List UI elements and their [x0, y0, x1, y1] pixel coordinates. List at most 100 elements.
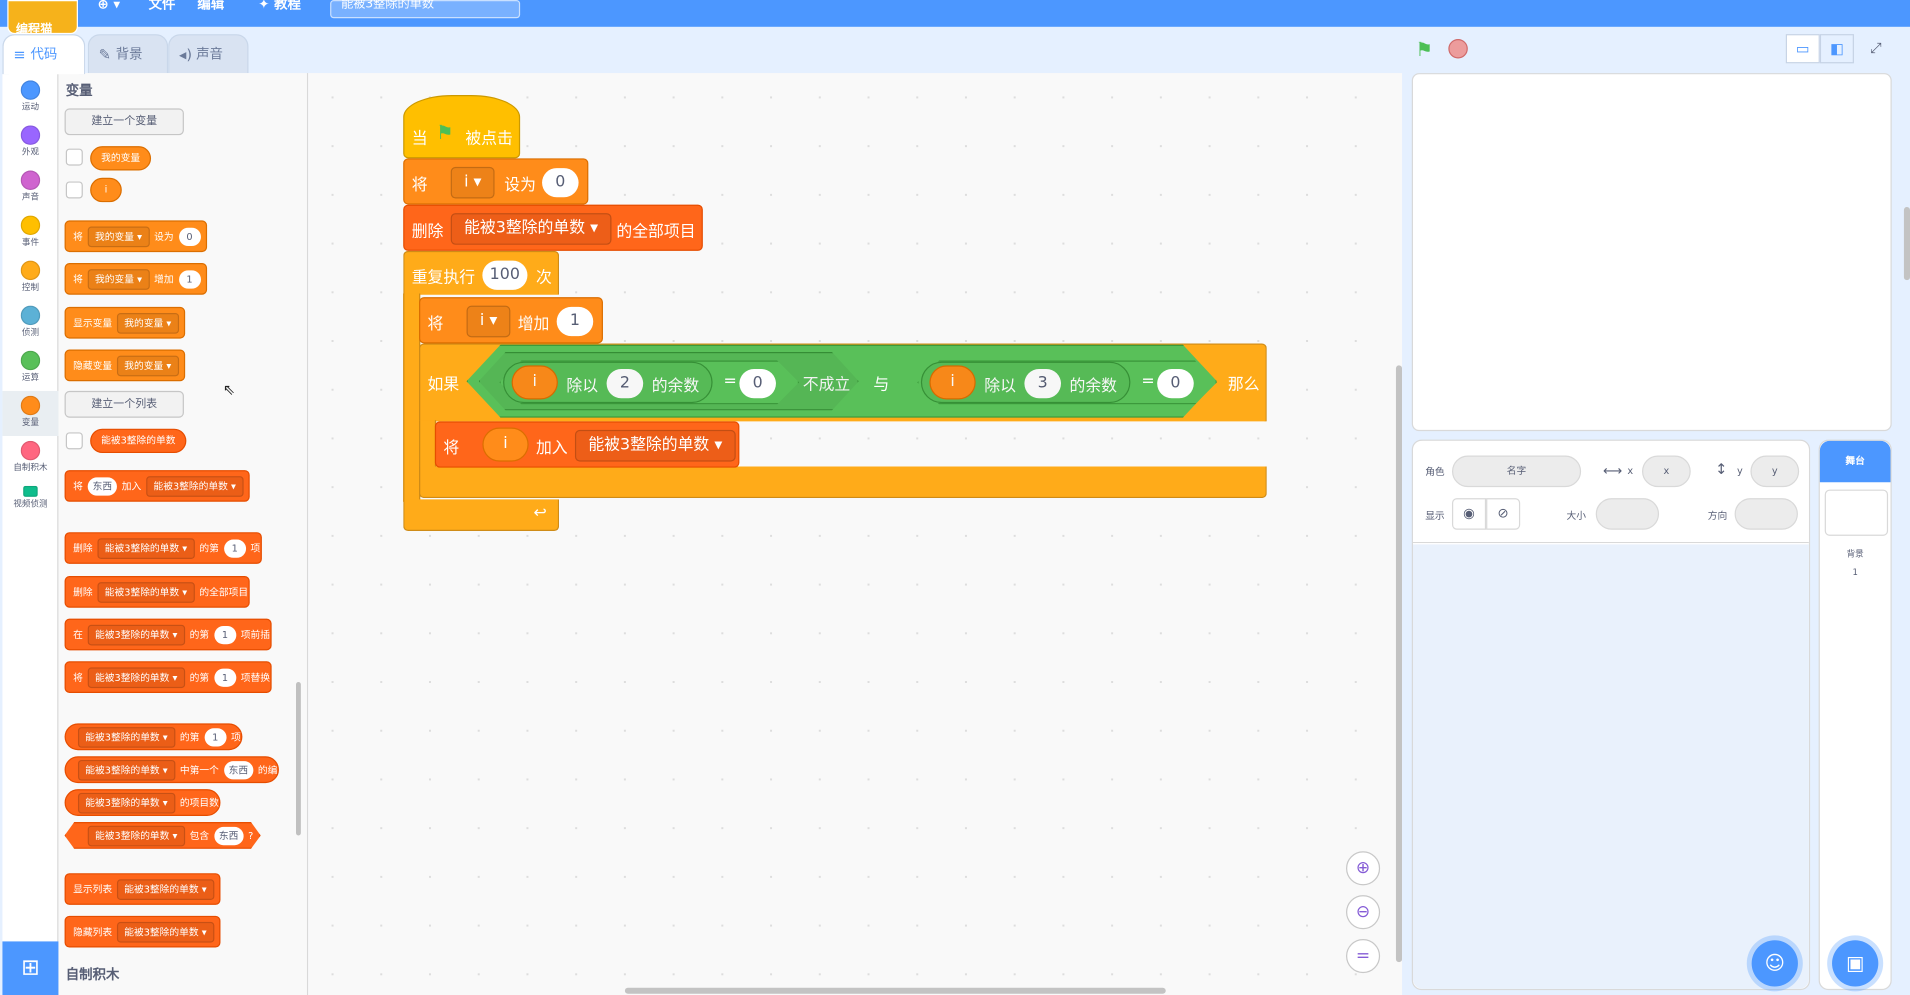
variable-reporter-i[interactable]: i [511, 365, 558, 400]
palette-item-of-list-reporter[interactable]: 能被3整除的单数 ▾ 的第 1 项 [64, 723, 242, 751]
tab-backdrops[interactable]: ✎ 背景 [87, 34, 169, 74]
menu-edit[interactable]: 编辑 [197, 0, 224, 27]
palette-scrollbar[interactable] [296, 682, 301, 836]
category-events[interactable]: 事件 [2, 211, 58, 256]
add-to-list-block[interactable]: 将 i 加入 能被3整除的单数 ▾ [434, 421, 740, 468]
palette-hide-variable-block[interactable]: 隐藏变量 我的变量 ▾ [64, 349, 185, 382]
small-stage-button[interactable]: ▭ [1785, 34, 1820, 64]
text-input[interactable]: 东西 [214, 827, 243, 845]
choose-sprite-button[interactable]: ☺ [1751, 940, 1798, 987]
large-stage-button[interactable]: ◧ [1819, 34, 1854, 64]
list-checkbox[interactable] [65, 432, 83, 450]
show-sprite-button[interactable]: ◉ [1451, 498, 1487, 530]
project-title-input[interactable]: 能被3整除的单数 [330, 0, 521, 19]
fullscreen-button[interactable]: ⤢ [1859, 34, 1893, 63]
choose-backdrop-button[interactable]: ▣ [1832, 940, 1879, 987]
palette-add-to-list-block[interactable]: 将东西 加入 能被3整除的单数 ▾ [64, 470, 250, 502]
value-input[interactable]: 1 [213, 668, 236, 687]
set-variable-block[interactable]: 将 i ▾ 设为 0 [403, 158, 589, 205]
palette-delete-all-block[interactable]: 删除 能被3整除的单数 ▾ 的全部项目 [64, 576, 250, 608]
list-dropdown[interactable]: 能被3整除的单数 ▾ [574, 429, 736, 462]
list-dropdown[interactable]: 能被3整除的单数 ▾ [88, 826, 185, 847]
palette-replace-item-block[interactable]: 将能被3整除的单数 ▾ 的第 1 项替换 [64, 661, 272, 693]
logo[interactable]: 编程猫 [7, 0, 78, 37]
variable-reporter-my[interactable]: 我的变量 [90, 146, 152, 171]
category-my-blocks[interactable]: 自制积木 [2, 436, 58, 481]
repeat-count-input[interactable]: 100 [482, 260, 528, 290]
list-reporter[interactable]: 能被3整除的单数 [90, 428, 187, 454]
workspace-horizontal-scrollbar[interactable] [624, 987, 1166, 994]
variable-dropdown[interactable]: 我的变量 ▾ [87, 226, 150, 248]
value-input[interactable]: 1 [178, 270, 201, 289]
menu-file[interactable]: 文件 [149, 0, 176, 27]
variable-dropdown[interactable]: i ▾ [450, 166, 495, 199]
palette-set-variable-block[interactable]: 将我的变量 ▾ 设为 0 [64, 220, 207, 253]
make-variable-button[interactable]: 建立一个变量 [64, 108, 184, 136]
size-input[interactable] [1595, 498, 1660, 530]
value-input[interactable]: 1 [223, 539, 246, 558]
list-dropdown[interactable]: 能被3整除的单数 ▾ [77, 792, 175, 814]
zoom-reset-button[interactable]: = [1346, 938, 1381, 974]
text-input[interactable]: 东西 [223, 761, 253, 780]
variable-dropdown[interactable]: i ▾ [466, 305, 511, 338]
hide-sprite-button[interactable]: ⊘ [1486, 498, 1521, 530]
script-workspace[interactable]: 当 ⚑ 被点击 将 i ▾ 设为 0 删除 能被3整除的单数 ▾ 的全部项目 重… [308, 73, 1403, 995]
list-dropdown[interactable]: 能被3整除的单数 ▾ [450, 213, 612, 245]
palette-item-index-reporter[interactable]: 能被3整除的单数 ▾ 中第一个 东西 的编 [64, 756, 279, 784]
make-list-button[interactable]: 建立一个列表 [64, 390, 184, 418]
tab-code[interactable]: ≡ 代码 [2, 34, 86, 75]
x-input[interactable]: x [1642, 455, 1691, 488]
mod-operator-block-left[interactable]: i 除以 2 的余数 [503, 361, 713, 404]
stop-button[interactable] [1448, 38, 1468, 59]
palette-list-length-reporter[interactable]: 能被3整除的单数 ▾ 的项目数 [64, 789, 221, 816]
mod-operator-block-right[interactable]: i 除以 3 的余数 [920, 361, 1131, 404]
delete-all-of-list-block[interactable]: 删除 能被3整除的单数 ▾ 的全部项目 [403, 204, 703, 251]
workspace-vertical-scrollbar[interactable] [1395, 365, 1403, 963]
palette-insert-item-block[interactable]: 在能被3整除的单数 ▾ 的第 1 项前插 [64, 618, 272, 651]
category-operators[interactable]: 运算 [2, 346, 58, 391]
when-flag-clicked-block[interactable]: 当 ⚑ 被点击 [403, 94, 521, 159]
category-looks[interactable]: 外观 [2, 121, 58, 166]
palette-delete-item-block[interactable]: 删除 能被3整除的单数 ▾ 的第 1 项 [64, 532, 262, 564]
zoom-in-button[interactable]: ⊕ [1346, 851, 1381, 886]
variable-dropdown[interactable]: 我的变量 ▾ [116, 312, 179, 334]
zoom-out-button[interactable]: ⊖ [1346, 895, 1381, 930]
menu-tutorials[interactable]: ✦ 教程 [258, 0, 301, 27]
category-control[interactable]: 控制 [2, 256, 58, 301]
direction-input[interactable] [1734, 498, 1798, 530]
list-dropdown[interactable]: 能被3整除的单数 ▾ [87, 667, 185, 689]
list-dropdown[interactable]: 能被3整除的单数 ▾ [116, 879, 214, 901]
change-variable-block[interactable]: 将 i ▾ 增加 1 [419, 297, 603, 344]
value-input[interactable]: 1 [213, 625, 236, 645]
value-input[interactable]: 0 [178, 227, 201, 247]
palette-show-list-block[interactable]: 显示列表 能被3整除的单数 ▾ [64, 873, 221, 905]
value-input[interactable]: 1 [204, 728, 227, 747]
palette-list-contains-boolean[interactable]: 能被3整除的单数 ▾ 包含 东西? [65, 822, 261, 849]
variable-reporter-i[interactable]: i [482, 427, 529, 462]
palette-show-variable-block[interactable]: 显示变量 我的变量 ▾ [64, 306, 185, 339]
variable-dropdown[interactable]: 我的变量 ▾ [87, 269, 150, 290]
list-dropdown[interactable]: 能被3整除的单数 ▾ [116, 921, 214, 943]
stage-selector[interactable]: 舞台 背景 1 ▣ [1818, 439, 1892, 991]
y-input[interactable]: y [1750, 455, 1800, 488]
add-extension-button[interactable]: ⊞ [2, 941, 59, 995]
variable-reporter-i[interactable]: i [90, 177, 122, 203]
list-dropdown[interactable]: 能被3整除的单数 ▾ [97, 538, 195, 560]
palette-change-variable-block[interactable]: 将我的变量 ▾ 增加 1 [64, 263, 207, 295]
language-globe-icon[interactable]: ⊕ ▾ [97, 0, 120, 27]
sprite-name-input[interactable]: 名字 [1451, 455, 1582, 488]
mod-divisor-input[interactable]: 3 [1024, 369, 1061, 399]
category-variables[interactable]: 变量 [2, 390, 59, 436]
list-dropdown[interactable]: 能被3整除的单数 ▾ [77, 759, 175, 781]
equals-rhs-input[interactable]: 0 [1157, 369, 1194, 398]
equals-rhs-input[interactable]: 0 [739, 369, 776, 398]
category-sensing[interactable]: 侦测 [2, 301, 58, 346]
tab-sounds[interactable]: ◂) 声音 [168, 34, 249, 74]
variable-reporter-i[interactable]: i [929, 365, 976, 400]
variable-checkbox-my[interactable] [65, 148, 83, 166]
text-input[interactable]: 东西 [87, 477, 117, 496]
backdrop-thumbnail[interactable] [1824, 489, 1889, 536]
list-dropdown[interactable]: 能被3整除的单数 ▾ [77, 727, 175, 748]
variable-dropdown[interactable]: 我的变量 ▾ [116, 355, 179, 377]
list-dropdown[interactable]: 能被3整除的单数 ▾ [97, 582, 195, 603]
